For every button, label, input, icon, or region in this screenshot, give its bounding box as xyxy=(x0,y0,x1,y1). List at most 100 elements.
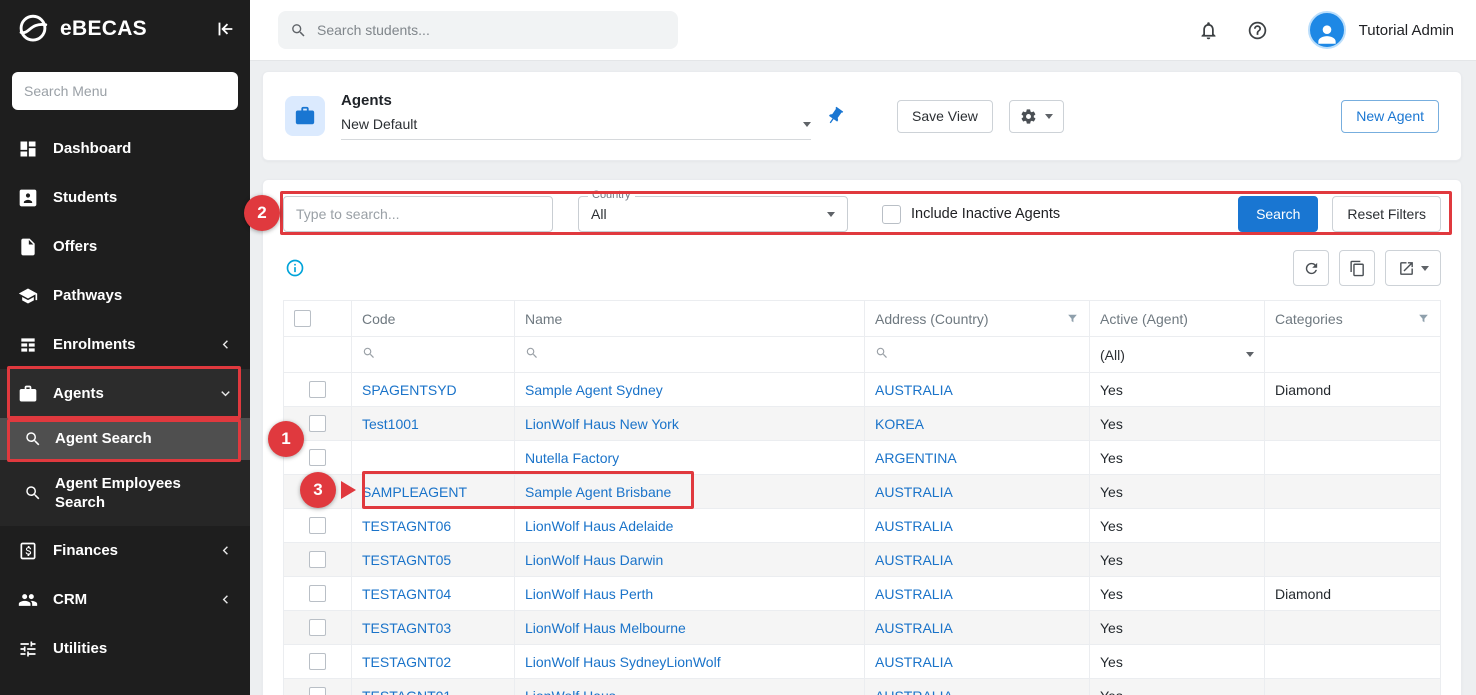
cell-code: TESTAGNT01 xyxy=(352,679,515,695)
sidebar-item-agent-search[interactable]: Agent Search xyxy=(0,418,250,460)
agent-code-link[interactable]: SPAGENTSYD xyxy=(362,382,457,398)
student-search-box[interactable] xyxy=(278,11,678,49)
row-checkbox[interactable] xyxy=(309,687,326,695)
table-row: TESTAGNT05 LionWolf Haus Darwin AUSTRALIA Y… xyxy=(284,543,1441,577)
save-view-button[interactable]: Save View xyxy=(897,100,993,133)
row-checkbox[interactable] xyxy=(309,585,326,602)
select-all-checkbox[interactable] xyxy=(294,310,311,327)
agent-code-link[interactable]: TESTAGNT06 xyxy=(362,518,451,534)
agent-country-link[interactable]: AUSTRALIA xyxy=(875,688,953,695)
column-header[interactable]: Address (Country) xyxy=(865,301,1090,337)
column-header[interactable]: Code xyxy=(352,301,515,337)
sidebar-item-enrolments[interactable]: Enrolments xyxy=(0,320,250,369)
row-checkbox[interactable] xyxy=(309,653,326,670)
agent-name-link[interactable]: LionWolf Haus Adelaide xyxy=(525,518,673,534)
agent-code-link[interactable]: TESTAGNT05 xyxy=(362,552,451,568)
column-header[interactable]: Categories xyxy=(1265,301,1441,337)
agent-code-link[interactable]: TESTAGNT02 xyxy=(362,654,451,670)
chevron-down-icon xyxy=(217,385,234,402)
sidebar-item-agents[interactable]: Agents xyxy=(0,369,250,418)
country-filter-select[interactable]: Country All xyxy=(578,196,848,232)
agent-code-link[interactable]: TESTAGNT03 xyxy=(362,620,451,636)
sidebar-item-agent-employees-search[interactable]: Agent Employees Search xyxy=(0,460,250,526)
agent-country-link[interactable]: KOREA xyxy=(875,416,924,432)
reset-filters-button[interactable]: Reset Filters xyxy=(1332,196,1441,232)
agent-name-link[interactable]: LionWolf Haus Perth xyxy=(525,586,653,602)
cell-country: AUSTRALIA xyxy=(865,509,1090,543)
search-icon xyxy=(24,430,42,448)
agent-country-link[interactable]: AUSTRALIA xyxy=(875,484,953,500)
search-button[interactable]: Search xyxy=(1238,196,1318,232)
agent-code-link[interactable]: Test1001 xyxy=(362,416,419,432)
row-checkbox[interactable] xyxy=(309,381,326,398)
agent-name-link[interactable]: LionWolf Haus xyxy=(525,688,616,695)
sidebar-item-dashboard[interactable]: Dashboard xyxy=(0,124,250,173)
row-select-cell xyxy=(284,373,352,407)
cell-active: Yes xyxy=(1090,509,1265,543)
export-button[interactable] xyxy=(1385,250,1441,286)
agent-name-link[interactable]: LionWolf Haus Melbourne xyxy=(525,620,686,636)
include-inactive-toggle[interactable]: Include Inactive Agents xyxy=(882,205,1060,224)
column-header[interactable]: Active (Agent) xyxy=(1090,301,1265,337)
help-icon[interactable] xyxy=(1247,20,1268,41)
column-header[interactable]: Name xyxy=(515,301,865,337)
cell-name: Nutella Factory xyxy=(515,441,865,475)
agent-name-link[interactable]: LionWolf Haus Darwin xyxy=(525,552,663,568)
new-agent-button[interactable]: New Agent xyxy=(1341,100,1439,133)
agent-country-link[interactable]: AUSTRALIA xyxy=(875,654,953,670)
sidebar-item-pathways[interactable]: Pathways xyxy=(0,271,250,320)
sidebar-item-utilities[interactable]: Utilities xyxy=(0,624,250,673)
user-avatar[interactable] xyxy=(1308,11,1346,49)
copy-button[interactable] xyxy=(1339,250,1375,286)
chevron-left-icon xyxy=(217,336,234,353)
person-icon xyxy=(1314,21,1340,47)
chevron-left-icon xyxy=(217,591,234,608)
agents-table: CodeNameAddress (Country)Active (Agent)C… xyxy=(283,300,1441,695)
info-icon[interactable] xyxy=(285,258,305,278)
menu-search-input[interactable] xyxy=(12,72,238,110)
notifications-bell-icon[interactable] xyxy=(1198,20,1219,41)
sidebar-item-students[interactable]: Students xyxy=(0,173,250,222)
cell-active: Yes xyxy=(1090,543,1265,577)
agents-grid-card: Country All Include Inactive Agents Sear… xyxy=(262,179,1462,695)
agent-name-link[interactable]: LionWolf Haus New York xyxy=(525,416,679,432)
include-inactive-checkbox[interactable] xyxy=(882,205,901,224)
agent-country-link[interactable]: AUSTRALIA xyxy=(875,586,953,602)
agent-code-link[interactable]: TESTAGNT04 xyxy=(362,586,451,602)
cell-name: Sample Agent Sydney xyxy=(515,373,865,407)
filter-funnel-icon[interactable] xyxy=(1417,312,1430,325)
row-checkbox[interactable] xyxy=(309,449,326,466)
column-filter-select[interactable]: (All) xyxy=(1090,337,1265,373)
column-filter-cell[interactable] xyxy=(515,337,865,373)
agent-name-link[interactable]: LionWolf Haus SydneyLionWolf xyxy=(525,654,721,670)
agent-code-link[interactable]: SAMPLEAGENT xyxy=(362,484,467,500)
refresh-button[interactable] xyxy=(1293,250,1329,286)
column-filter-cell[interactable] xyxy=(352,337,515,373)
agent-country-link[interactable]: ARGENTINA xyxy=(875,450,957,466)
cell-name: LionWolf Haus xyxy=(515,679,865,695)
sidebar-item-finances[interactable]: Finances xyxy=(0,526,250,575)
agent-code-link[interactable]: TESTAGNT01 xyxy=(362,688,451,695)
sidebar-collapse-icon[interactable] xyxy=(214,18,236,40)
sidebar-item-crm[interactable]: CRM xyxy=(0,575,250,624)
table-row: Test1001LionWolf Haus New YorkKOREAYes xyxy=(284,407,1441,441)
student-search-input[interactable] xyxy=(317,22,666,38)
view-select-dropdown[interactable]: New Default xyxy=(341,116,811,140)
agent-name-link[interactable]: Sample Agent Sydney xyxy=(525,382,663,398)
row-checkbox[interactable] xyxy=(309,517,326,534)
view-settings-button[interactable] xyxy=(1009,100,1064,133)
row-checkbox[interactable] xyxy=(309,415,326,432)
row-checkbox[interactable] xyxy=(309,619,326,636)
row-checkbox[interactable] xyxy=(309,551,326,568)
pin-view-icon[interactable] xyxy=(821,102,849,130)
agent-name-link[interactable]: Nutella Factory xyxy=(525,450,619,466)
filter-funnel-icon[interactable] xyxy=(1066,312,1079,325)
agent-country-link[interactable]: AUSTRALIA xyxy=(875,382,953,398)
agent-country-link[interactable]: AUSTRALIA xyxy=(875,552,953,568)
column-filter-cell[interactable] xyxy=(865,337,1090,373)
grid-search-input[interactable] xyxy=(283,196,553,232)
agent-country-link[interactable]: AUSTRALIA xyxy=(875,518,953,534)
sidebar-item-offers[interactable]: Offers xyxy=(0,222,250,271)
agent-country-link[interactable]: AUSTRALIA xyxy=(875,620,953,636)
agent-name-link[interactable]: Sample Agent Brisbane xyxy=(525,484,671,500)
